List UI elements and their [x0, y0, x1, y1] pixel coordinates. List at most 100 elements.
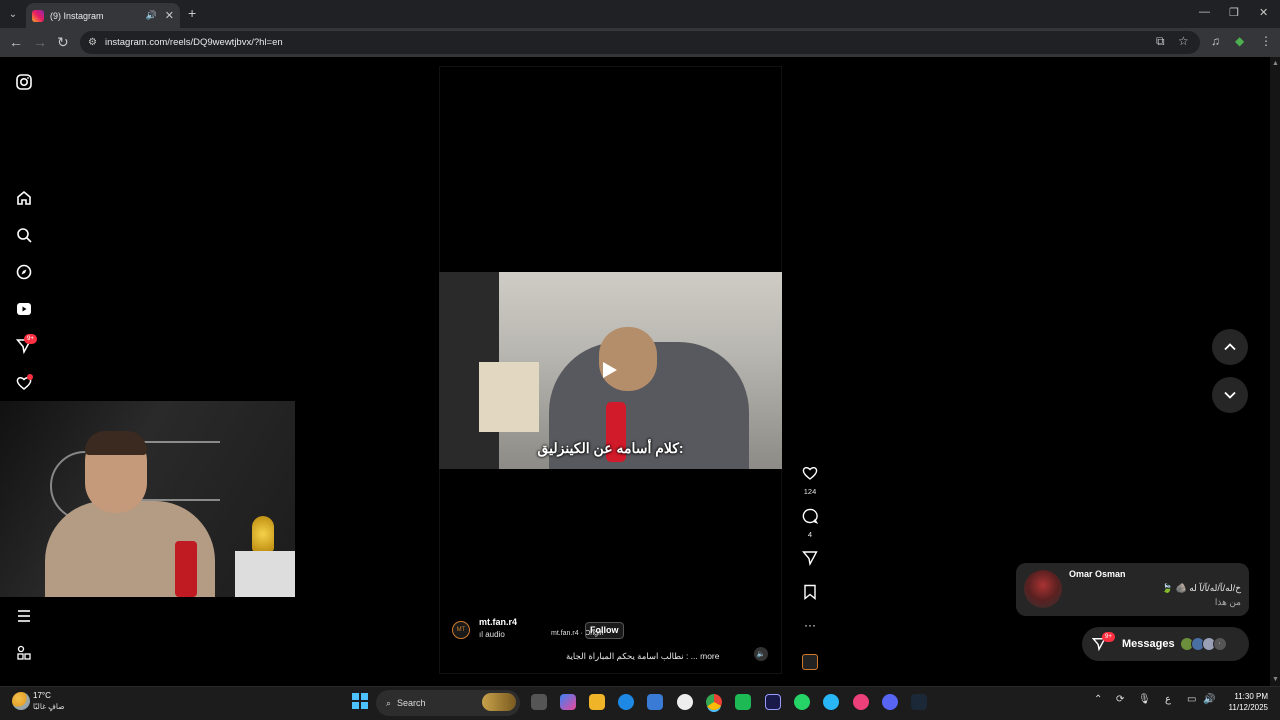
save-bookmark-icon[interactable] [798, 584, 822, 605]
home-icon[interactable] [14, 188, 34, 208]
audio-icon[interactable]: 🔊 [146, 10, 157, 21]
share-icon[interactable] [798, 550, 822, 571]
recent-chat-avatars: · [1179, 637, 1227, 651]
minimize-icon[interactable]: — [1199, 6, 1210, 18]
language-indicator[interactable]: ع [1165, 694, 1171, 705]
scroll-up-icon[interactable]: ▲ [1272, 60, 1279, 67]
site-info-icon[interactable]: ⚙ [88, 37, 97, 48]
taskbar-search[interactable]: ⌕ Search [376, 690, 520, 716]
new-tab-icon[interactable]: + [188, 5, 196, 21]
volume-tray-icon[interactable]: 🔊 [1203, 694, 1215, 705]
network-icon[interactable]: ▭ [1187, 694, 1196, 705]
copilot-icon[interactable] [560, 694, 576, 710]
pc-case [235, 551, 295, 597]
start-icon[interactable] [352, 693, 368, 709]
reels-icon[interactable] [14, 299, 34, 319]
video-subtitle: كلام أسامه عن الكينزليق: [537, 440, 684, 456]
chrome-icon[interactable] [706, 694, 722, 710]
address-bar[interactable]: ⚙ instagram.com/reels/DQ9wewtjbvx/?hl=en [80, 31, 1200, 54]
next-reel-button[interactable] [1212, 377, 1248, 413]
webcam-overlay [0, 401, 295, 597]
like-count: 124 [803, 487, 817, 496]
follow-button[interactable]: Follow [585, 622, 624, 639]
music-icon[interactable] [853, 694, 869, 710]
audio-thumbnail-icon[interactable] [798, 654, 822, 675]
whatsapp-icon[interactable] [794, 694, 810, 710]
instagram-logo-icon[interactable] [14, 72, 34, 92]
edge-icon[interactable] [618, 694, 634, 710]
address-toolbar: ← → ↻ ⚙ instagram.com/reels/DQ9wewtjbvx/… [0, 28, 1280, 57]
media-control-icon[interactable]: ♫ [1211, 34, 1220, 48]
taskbar-search-icon: ⌕ [386, 697, 392, 708]
chevron-down-icon [1224, 391, 1236, 399]
bookmark-star-icon[interactable]: ☆ [1178, 34, 1189, 48]
message-notification[interactable]: Omar Osman خ/ﻟﻪ/ﺂ/ﻟﻪ/ﺂ/ﺂ ﻟﻪ 🪨 🍃 من هذا [1016, 563, 1249, 616]
tab-search-icon[interactable]: ⌄ [4, 5, 22, 23]
comment-action[interactable]: 4 [798, 508, 822, 539]
alien-app-icon[interactable] [677, 694, 693, 710]
premiere-icon[interactable] [765, 694, 781, 710]
restore-icon[interactable]: ❐ [1229, 6, 1239, 19]
clock-date: 11/12/2025 [1228, 703, 1268, 712]
weather-temperature[interactable]: 17°C [33, 691, 51, 700]
notification-message: خ/ﻟﻪ/ﺂ/ﻟﻪ/ﺂ/ﺂ ﻟﻪ 🪨 🍃 [1161, 583, 1241, 593]
search-highlight-graphic [482, 693, 516, 711]
store-icon[interactable] [647, 694, 663, 710]
scroll-down-icon[interactable]: ▼ [1272, 676, 1279, 683]
steam-icon[interactable] [911, 694, 927, 710]
audio-label[interactable]: ıl audio [479, 630, 505, 639]
weather-icon[interactable] [12, 692, 30, 710]
discord-icon[interactable] [882, 694, 898, 710]
notification-dot [27, 374, 33, 380]
system-clock[interactable]: 11:30 PM 11/12/2025 [1224, 691, 1268, 713]
reel-caption[interactable]: نطالب اسامة يحكم المباراة الجاية : ... m… [566, 651, 720, 662]
author-avatar[interactable]: MT [452, 621, 470, 639]
comment-icon [802, 508, 819, 524]
task-view-icon[interactable] [531, 694, 547, 710]
tray-app-icon[interactable]: ⟳ [1116, 694, 1124, 705]
more-options-icon[interactable]: ··· [798, 618, 822, 632]
chevron-up-icon [1224, 343, 1236, 351]
messages-pill-badge: 9+ [1102, 632, 1115, 642]
close-tab-icon[interactable]: ✕ [165, 9, 174, 22]
play-icon[interactable] [603, 362, 617, 378]
like-action[interactable]: 124 [798, 465, 822, 496]
trophy [252, 516, 274, 552]
sender-name: Omar Osman [1069, 569, 1126, 579]
reload-icon[interactable]: ↻ [57, 34, 69, 51]
windows-taskbar: 17°C صافٍ غالبًا ⌕ Search ⌃ ⟳ 🎙 ع ▭ 🔊 11… [0, 686, 1280, 720]
extension-icon[interactable]: ◆ [1235, 34, 1244, 48]
volume-icon[interactable]: 🔈 [754, 647, 768, 661]
menu-icon[interactable]: ⋮ [1260, 34, 1272, 48]
explore-icon[interactable] [14, 262, 34, 282]
messages-pill-button[interactable]: 9+ Messages · [1082, 627, 1249, 661]
window-close-icon[interactable]: ✕ [1259, 6, 1268, 19]
back-icon[interactable]: ← [9, 34, 23, 50]
clock-time: 11:30 PM [1234, 692, 1268, 701]
browser-tab-bar: ⌄ (9) Instagram 🔊 ✕ + — ❐ ✕ [0, 0, 1280, 28]
reel-video[interactable]: كلام أسامه عن الكينزليق: [439, 272, 782, 469]
comment-count: 4 [807, 530, 813, 539]
author-username[interactable]: mt.fan.r4 [479, 617, 517, 627]
notification-subtext: من هذا [1214, 597, 1241, 607]
search-icon[interactable] [14, 225, 34, 245]
more-menu-icon[interactable] [14, 606, 34, 626]
weather-description[interactable]: صافٍ غالبًا [33, 702, 65, 711]
tray-overflow-icon[interactable]: ⌃ [1094, 694, 1102, 705]
messages-badge: 9+ [24, 334, 37, 344]
instagram-favicon [32, 9, 44, 22]
app-icon[interactable] [735, 694, 751, 710]
file-explorer-icon[interactable] [589, 694, 605, 710]
cast-icon[interactable]: ⧉ [1156, 34, 1165, 49]
meta-apps-icon[interactable] [14, 643, 34, 663]
notifications-heart-icon[interactable] [14, 373, 34, 393]
app2-icon[interactable] [823, 694, 839, 710]
url-text: instagram.com/reels/DQ9wewtjbvx/?hl=en [104, 37, 283, 48]
browser-tab[interactable]: (9) Instagram 🔊 ✕ [26, 3, 180, 28]
previous-reel-button[interactable] [1212, 329, 1248, 365]
page-scrollbar[interactable] [1270, 57, 1280, 686]
forward-icon[interactable]: → [33, 34, 47, 50]
microphone-icon[interactable]: 🎙 [1138, 694, 1151, 705]
messages-icon[interactable]: 9+ [14, 334, 37, 356]
sender-avatar [1024, 570, 1062, 608]
